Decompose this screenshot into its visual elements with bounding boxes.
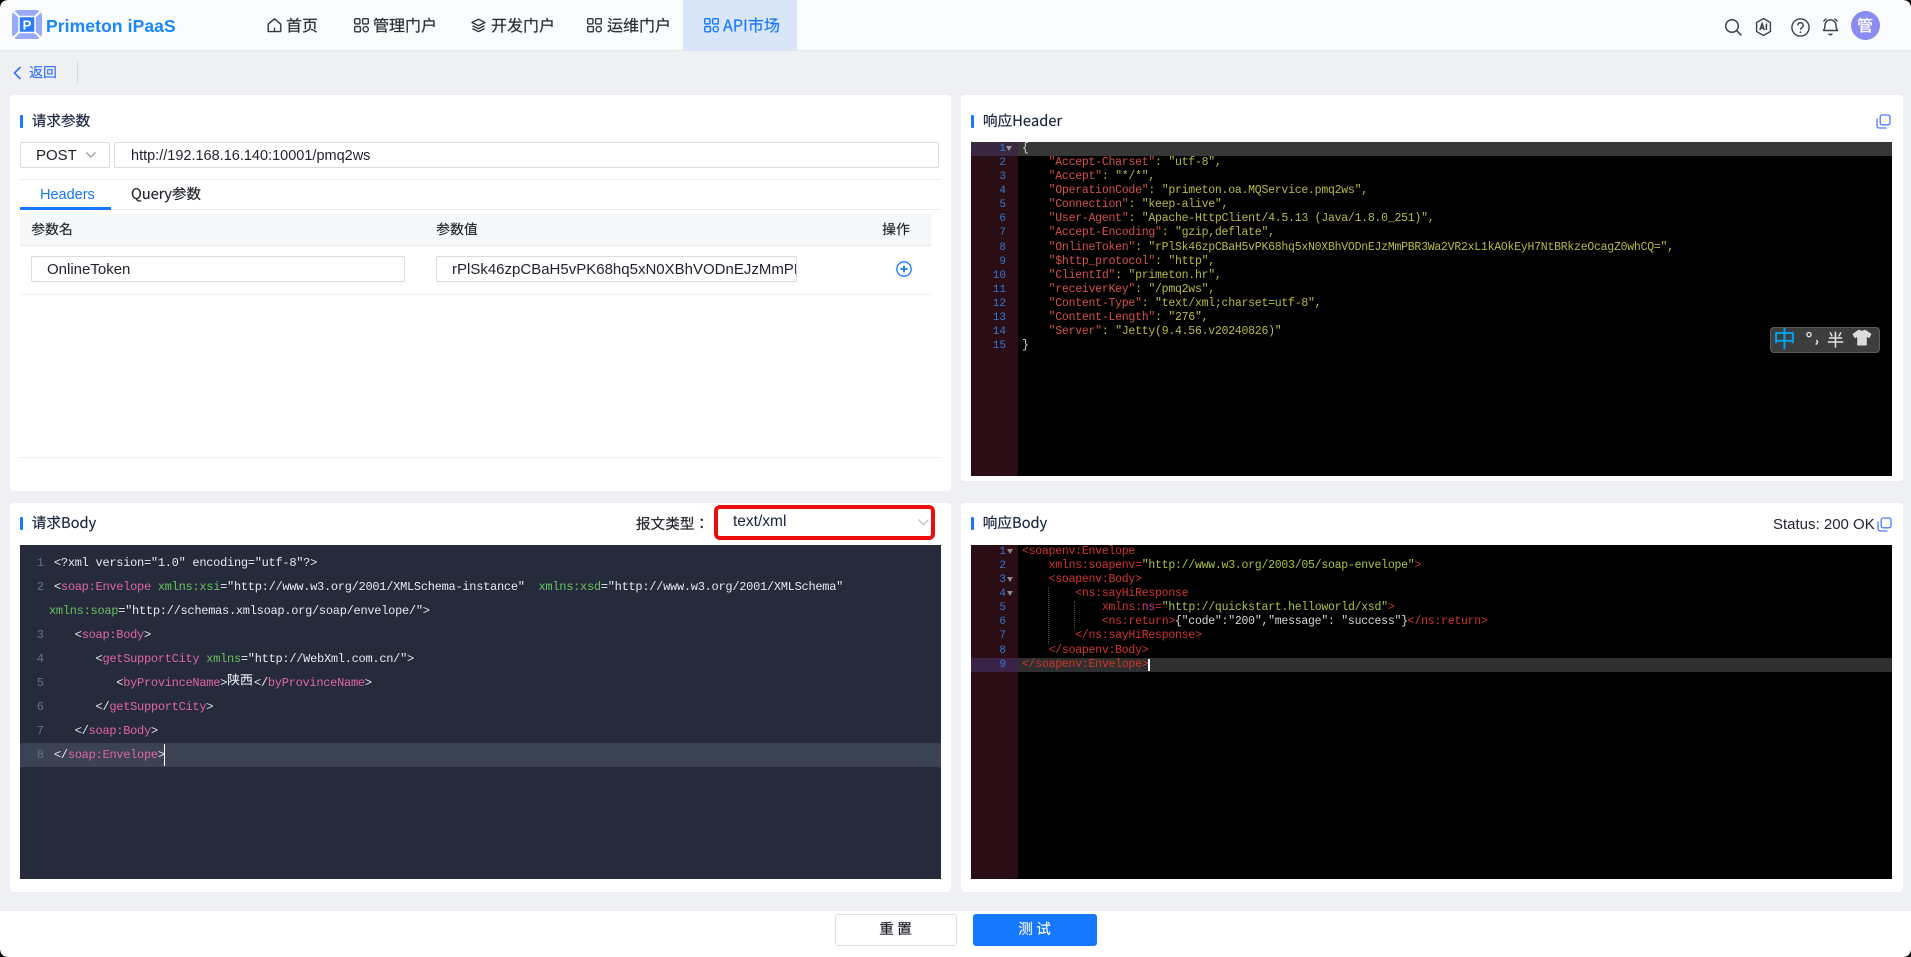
- svg-text:P: P: [23, 18, 32, 33]
